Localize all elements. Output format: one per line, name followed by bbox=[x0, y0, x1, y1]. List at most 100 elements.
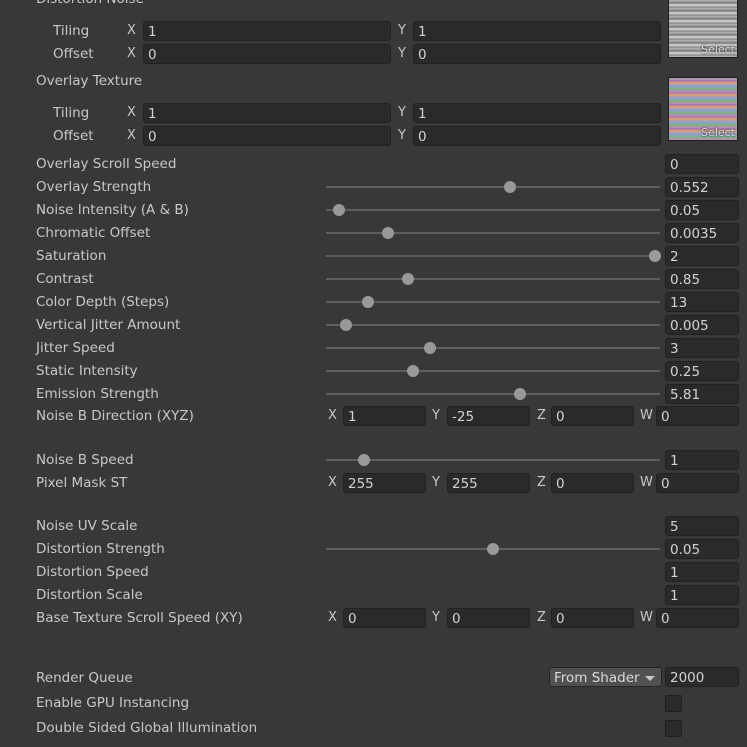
overlay-tiling-label: Tiling bbox=[53, 105, 90, 121]
render-queue-field[interactable]: 2000 bbox=[665, 667, 739, 687]
jitter-speed-slider[interactable] bbox=[326, 342, 660, 354]
axis-y-label: Y bbox=[432, 408, 440, 423]
noise-intensity-field[interactable]: 0.05 bbox=[665, 200, 739, 220]
pixel-mask-st-z-field[interactable]: 0 bbox=[551, 473, 634, 493]
emission-strength-slider[interactable] bbox=[326, 388, 660, 400]
base-texture-scroll-y-field[interactable]: 0 bbox=[447, 608, 530, 628]
axis-z-label: Z bbox=[537, 408, 546, 423]
color-depth-field[interactable]: 13 bbox=[665, 292, 739, 312]
distortion-strength-field[interactable]: 0.05 bbox=[665, 539, 739, 559]
overlay-tiling-x-field[interactable]: 1 bbox=[143, 103, 391, 123]
static-intensity-slider[interactable] bbox=[326, 365, 660, 377]
noise-uv-scale-label: Noise UV Scale bbox=[36, 518, 138, 534]
render-queue-mode: From Shader bbox=[554, 670, 640, 686]
chromatic-offset-label: Chromatic Offset bbox=[36, 225, 151, 241]
distortion-tiling-y-field[interactable]: 1 bbox=[413, 21, 661, 41]
noise-b-direction-y-field[interactable]: -25 bbox=[447, 406, 530, 426]
saturation-field[interactable]: 2 bbox=[665, 246, 739, 266]
static-intensity-label: Static Intensity bbox=[36, 363, 138, 379]
distortion-strength-slider[interactable] bbox=[326, 543, 660, 555]
slider-thumb[interactable] bbox=[423, 342, 436, 354]
slider-thumb[interactable] bbox=[333, 204, 346, 216]
noise-b-direction-z-field[interactable]: 0 bbox=[551, 406, 634, 426]
select-button[interactable]: Select bbox=[701, 43, 735, 56]
overlay-offset-x-field[interactable]: 0 bbox=[143, 126, 391, 146]
noise-uv-scale-field[interactable]: 5 bbox=[665, 516, 739, 536]
render-queue-dropdown[interactable]: From Shader bbox=[549, 667, 662, 687]
distortion-tiling-label: Tiling bbox=[53, 23, 90, 39]
axis-y-label: Y bbox=[432, 610, 440, 625]
slider-thumb[interactable] bbox=[381, 227, 394, 239]
axis-x-label: X bbox=[328, 475, 337, 490]
noise-b-speed-label: Noise B Speed bbox=[36, 452, 134, 468]
distortion-offset-x-field[interactable]: 0 bbox=[143, 44, 391, 64]
axis-x-label: X bbox=[127, 23, 136, 38]
distortion-scale-label: Distortion Scale bbox=[36, 587, 143, 603]
overlay-scroll-speed-label: Overlay Scroll Speed bbox=[36, 156, 177, 172]
noise-b-direction-x-field[interactable]: 1 bbox=[343, 406, 426, 426]
vertical-jitter-slider[interactable] bbox=[326, 319, 660, 331]
vertical-jitter-label: Vertical Jitter Amount bbox=[36, 317, 181, 333]
overlay-offset-y-field[interactable]: 0 bbox=[413, 126, 661, 146]
overlay-tiling-y-field[interactable]: 1 bbox=[413, 103, 661, 123]
slider-thumb[interactable] bbox=[648, 250, 661, 262]
pixel-mask-st-x-field[interactable]: 255 bbox=[343, 473, 426, 493]
pixel-mask-st-y-field[interactable]: 255 bbox=[447, 473, 530, 493]
overlay-strength-field[interactable]: 0.552 bbox=[665, 177, 739, 197]
distortion-offset-y-field[interactable]: 0 bbox=[413, 44, 661, 64]
color-depth-slider[interactable] bbox=[326, 296, 660, 308]
contrast-slider[interactable] bbox=[326, 273, 660, 285]
base-texture-scroll-x-field[interactable]: 0 bbox=[343, 608, 426, 628]
slider-thumb[interactable] bbox=[513, 388, 526, 400]
overlay-strength-label: Overlay Strength bbox=[36, 179, 152, 195]
noise-b-speed-field[interactable]: 1 bbox=[665, 450, 739, 470]
distortion-scale-field[interactable]: 1 bbox=[665, 585, 739, 605]
slider-thumb[interactable] bbox=[401, 273, 414, 285]
saturation-label: Saturation bbox=[36, 248, 107, 264]
distortion-speed-field[interactable]: 1 bbox=[665, 562, 739, 582]
base-texture-scroll-w-field[interactable]: 0 bbox=[656, 608, 739, 628]
overlay-texture-thumbnail[interactable]: Select bbox=[668, 77, 738, 141]
axis-w-label: W bbox=[640, 475, 653, 490]
slider-thumb[interactable] bbox=[487, 543, 499, 555]
noise-b-direction-label: Noise B Direction (XYZ) bbox=[36, 408, 194, 424]
jitter-speed-label: Jitter Speed bbox=[36, 340, 115, 356]
pixel-mask-st-w-field[interactable]: 0 bbox=[656, 473, 739, 493]
noise-intensity-slider[interactable] bbox=[326, 204, 660, 216]
double-sided-gi-checkbox[interactable] bbox=[665, 720, 682, 737]
distortion-strength-label: Distortion Strength bbox=[36, 541, 165, 557]
distortion-speed-label: Distortion Speed bbox=[36, 564, 149, 580]
noise-b-speed-slider[interactable] bbox=[326, 454, 660, 466]
pixel-mask-st-label: Pixel Mask ST bbox=[36, 475, 128, 491]
double-sided-gi-label: Double Sided Global Illumination bbox=[36, 720, 258, 736]
contrast-field[interactable]: 0.85 bbox=[665, 269, 739, 289]
emission-strength-field[interactable]: 5.81 bbox=[665, 384, 739, 404]
overlay-strength-slider[interactable] bbox=[326, 181, 660, 193]
axis-y-label: Y bbox=[432, 475, 440, 490]
chromatic-offset-field[interactable]: 0.0035 bbox=[665, 223, 739, 243]
select-button[interactable]: Select bbox=[701, 126, 735, 139]
slider-thumb[interactable] bbox=[340, 319, 353, 331]
axis-z-label: Z bbox=[537, 475, 546, 490]
jitter-speed-field[interactable]: 3 bbox=[665, 338, 739, 358]
axis-y-label: Y bbox=[398, 23, 406, 38]
axis-y-label: Y bbox=[398, 105, 406, 120]
render-queue-label: Render Queue bbox=[36, 670, 133, 686]
slider-thumb[interactable] bbox=[504, 181, 517, 193]
overlay-scroll-speed-field[interactable]: 0 bbox=[665, 154, 739, 174]
saturation-slider[interactable] bbox=[326, 250, 661, 262]
axis-y-label: Y bbox=[398, 46, 406, 61]
vertical-jitter-field[interactable]: 0.005 bbox=[665, 315, 739, 335]
axis-z-label: Z bbox=[537, 610, 546, 625]
base-texture-scroll-z-field[interactable]: 0 bbox=[551, 608, 634, 628]
chromatic-offset-slider[interactable] bbox=[326, 227, 660, 239]
distortion-noise-texture-thumbnail[interactable]: Select bbox=[668, 0, 738, 58]
distortion-tiling-x-field[interactable]: 1 bbox=[143, 21, 391, 41]
slider-thumb[interactable] bbox=[361, 296, 374, 308]
gpu-instancing-label: Enable GPU Instancing bbox=[36, 695, 190, 711]
noise-b-direction-w-field[interactable]: 0 bbox=[656, 406, 739, 426]
static-intensity-field[interactable]: 0.25 bbox=[665, 361, 739, 381]
slider-thumb[interactable] bbox=[406, 365, 419, 377]
slider-thumb[interactable] bbox=[358, 454, 371, 466]
gpu-instancing-checkbox[interactable] bbox=[665, 695, 682, 712]
